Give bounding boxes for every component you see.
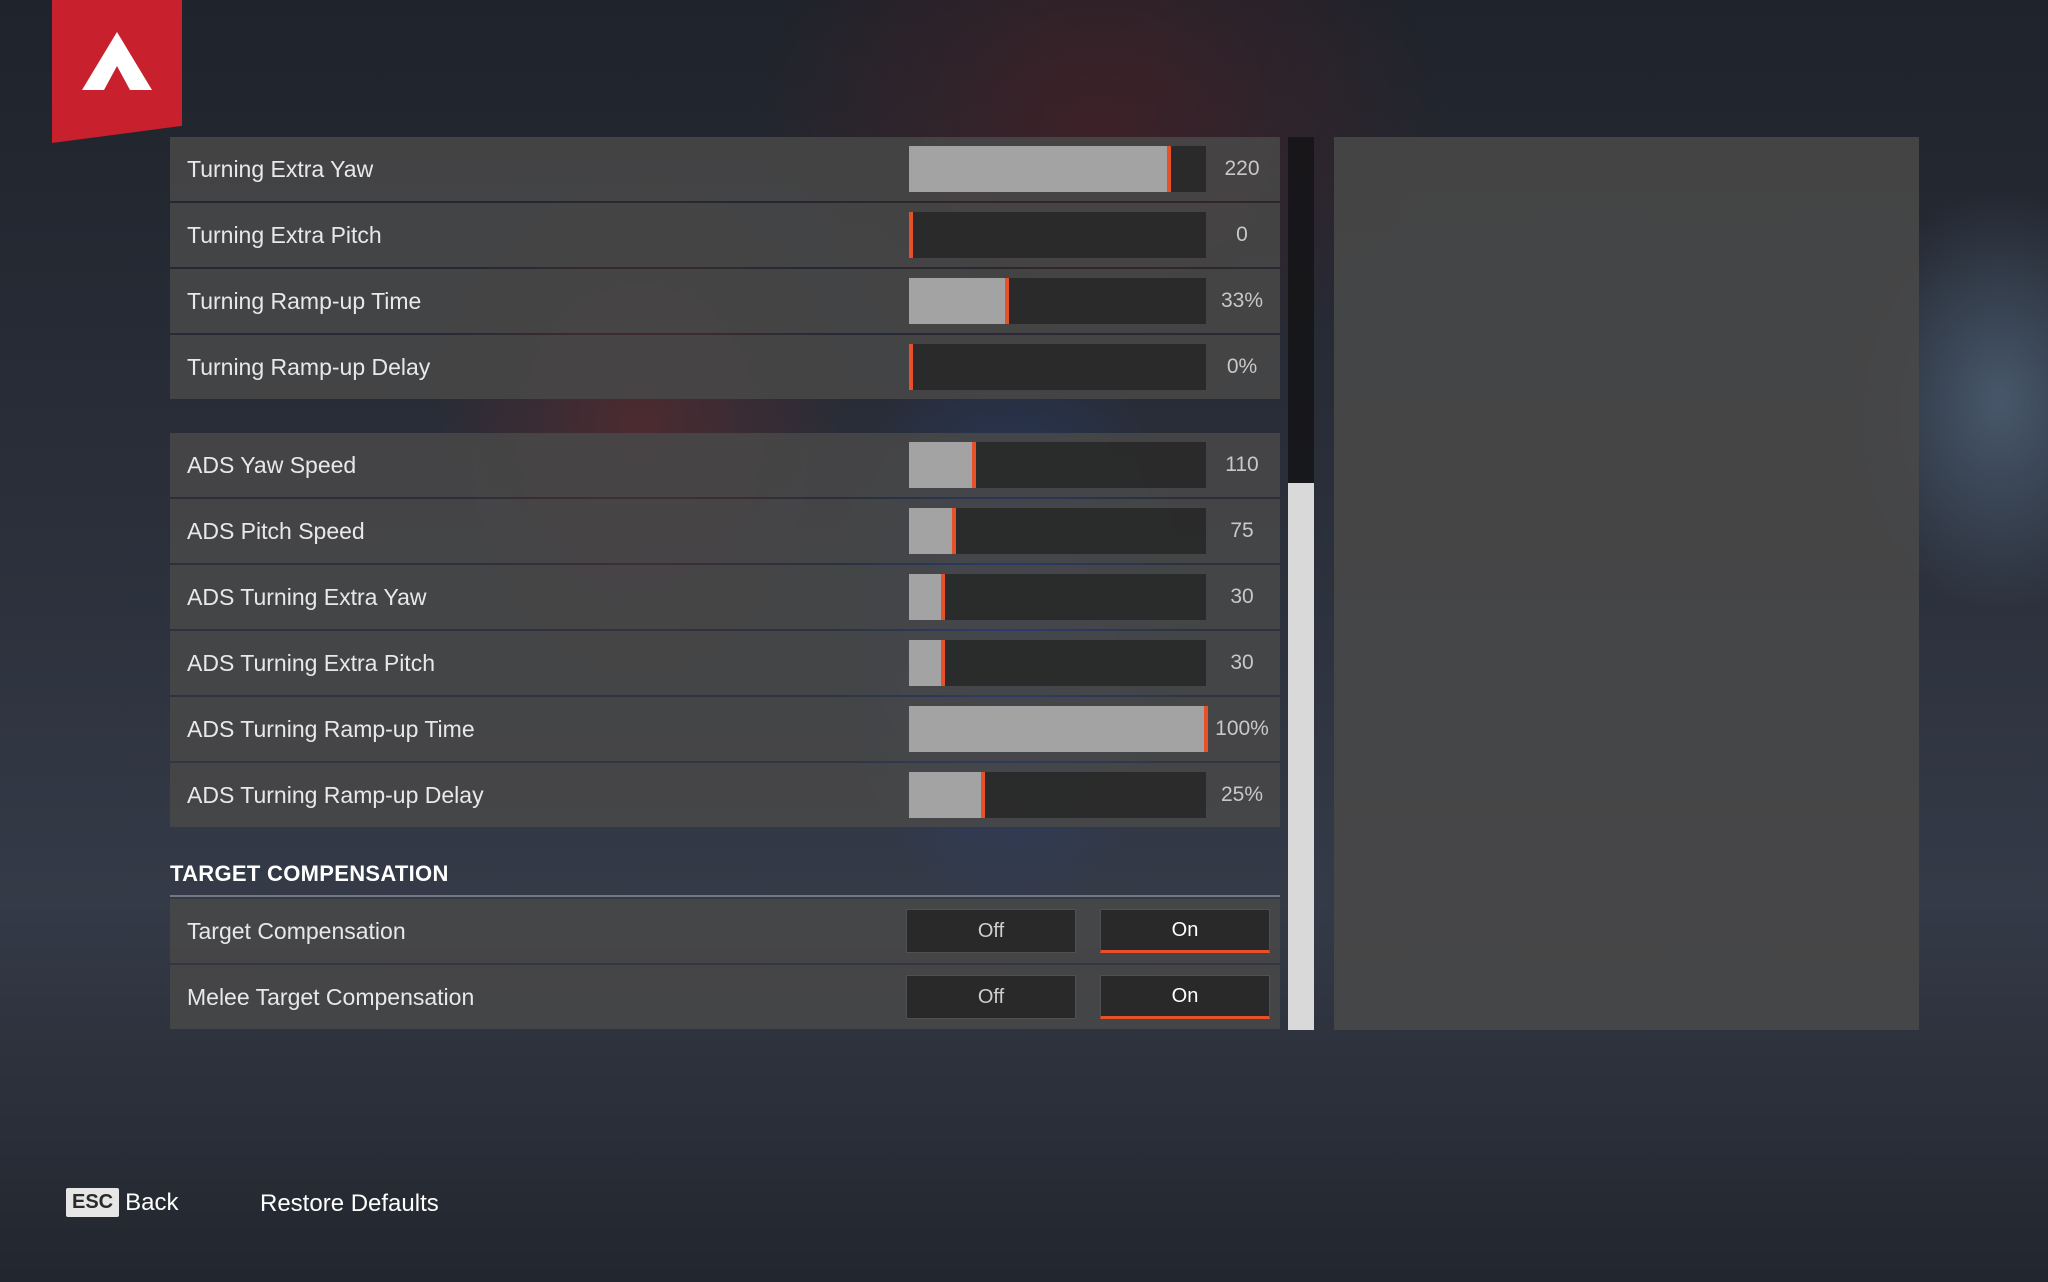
setting-label: ADS Turning Extra Yaw — [187, 583, 427, 610]
slider-group-turning: Turning Extra Yaw 220 Turning Extra Pitc… — [170, 137, 1280, 399]
slider-handle[interactable] — [909, 212, 913, 258]
slider-value: 110 — [1225, 453, 1259, 476]
slider-handle[interactable] — [951, 508, 956, 554]
slider-fill — [909, 772, 984, 818]
slider-fill — [909, 640, 944, 686]
on-button[interactable]: On — [1100, 975, 1270, 1019]
setting-label: Target Compensation — [187, 917, 406, 944]
setting-label: ADS Pitch Speed — [187, 517, 365, 544]
slider-handle[interactable] — [941, 640, 946, 686]
slider-row[interactable]: Turning Extra Pitch 0 — [170, 203, 1280, 267]
description-panel — [1334, 137, 1919, 1030]
back-label: Back — [125, 1188, 179, 1216]
slider-handle[interactable] — [1166, 146, 1171, 192]
slider-track[interactable] — [909, 146, 1206, 192]
slider-track[interactable] — [909, 344, 1206, 390]
slider-group-ads: ADS Yaw Speed 110 ADS Pitch Speed 75 ADS… — [170, 433, 1280, 827]
esc-key-badge: ESC — [66, 1188, 120, 1217]
slider-track[interactable] — [909, 772, 1206, 818]
apex-logo-icon — [82, 31, 152, 90]
slider-track[interactable] — [909, 278, 1206, 324]
slider-handle[interactable] — [972, 442, 977, 488]
slider-value: 75 — [1230, 519, 1254, 542]
slider-fill — [909, 706, 1206, 752]
toggle-row: Target Compensation Off On — [170, 899, 1280, 963]
slider-value: 30 — [1230, 651, 1254, 674]
setting-label: ADS Turning Extra Pitch — [187, 649, 435, 676]
slider-fill — [909, 442, 975, 488]
apex-logo — [52, 0, 182, 143]
slider-value: 220 — [1224, 157, 1260, 180]
settings-list: Turning Extra Yaw 220 Turning Extra Pitc… — [170, 137, 1280, 1031]
slider-track[interactable] — [909, 640, 1206, 686]
scrollbar[interactable] — [1288, 137, 1314, 1030]
setting-label: Melee Target Compensation — [187, 983, 475, 1010]
off-button[interactable]: Off — [906, 975, 1076, 1019]
setting-label: ADS Turning Ramp-up Delay — [187, 781, 484, 808]
slider-fill — [909, 278, 1007, 324]
slider-row[interactable]: ADS Turning Ramp-up Time 100% — [170, 697, 1280, 761]
slider-row[interactable]: ADS Turning Extra Yaw 30 — [170, 565, 1280, 629]
slider-value: 0 — [1236, 223, 1248, 246]
slider-track[interactable] — [909, 706, 1208, 752]
slider-handle[interactable] — [1005, 278, 1009, 324]
slider-row[interactable]: Turning Ramp-up Delay 0% — [170, 335, 1280, 399]
setting-label: ADS Yaw Speed — [187, 451, 357, 478]
back-action[interactable]: ESC Back — [66, 1188, 178, 1217]
slider-value: 30 — [1230, 585, 1254, 608]
slider-handle[interactable] — [1204, 706, 1208, 752]
slider-row[interactable]: ADS Turning Ramp-up Delay 25% — [170, 763, 1280, 827]
slider-row[interactable]: Turning Extra Yaw 220 — [170, 137, 1280, 201]
slider-handle[interactable] — [981, 772, 986, 818]
slider-value: 33% — [1220, 289, 1264, 312]
restore-defaults-button[interactable]: Restore Defaults — [260, 1190, 439, 1218]
slider-value: 25% — [1220, 783, 1264, 806]
off-button[interactable]: Off — [906, 909, 1076, 953]
slider-handle[interactable] — [941, 574, 946, 620]
setting-label: Turning Ramp-up Time — [187, 287, 422, 314]
slider-fill — [909, 508, 954, 554]
section-title: TARGET COMPENSATION — [170, 861, 1280, 897]
slider-track[interactable] — [909, 212, 1206, 258]
setting-label: Turning Extra Pitch — [187, 221, 382, 248]
slider-row[interactable]: ADS Yaw Speed 110 — [170, 433, 1280, 497]
slider-handle[interactable] — [909, 344, 913, 390]
setting-label: Turning Ramp-up Delay — [187, 353, 431, 380]
slider-row[interactable]: Turning Ramp-up Time 33% — [170, 269, 1280, 333]
slider-row[interactable]: ADS Turning Extra Pitch 30 — [170, 631, 1280, 695]
slider-fill — [909, 146, 1169, 192]
slider-track[interactable] — [909, 574, 1206, 620]
scrollbar-thumb[interactable] — [1288, 483, 1314, 1030]
slider-value: 0% — [1226, 355, 1258, 378]
setting-label: Turning Extra Yaw — [187, 155, 374, 182]
slider-row[interactable]: ADS Pitch Speed 75 — [170, 499, 1280, 563]
setting-label: ADS Turning Ramp-up Time — [187, 715, 475, 742]
on-button[interactable]: On — [1100, 909, 1270, 953]
slider-value: 100% — [1215, 717, 1269, 740]
slider-track[interactable] — [909, 442, 1206, 488]
toggle-row: Melee Target Compensation Off On — [170, 965, 1280, 1029]
slider-fill — [909, 574, 944, 620]
slider-track[interactable] — [909, 508, 1206, 554]
